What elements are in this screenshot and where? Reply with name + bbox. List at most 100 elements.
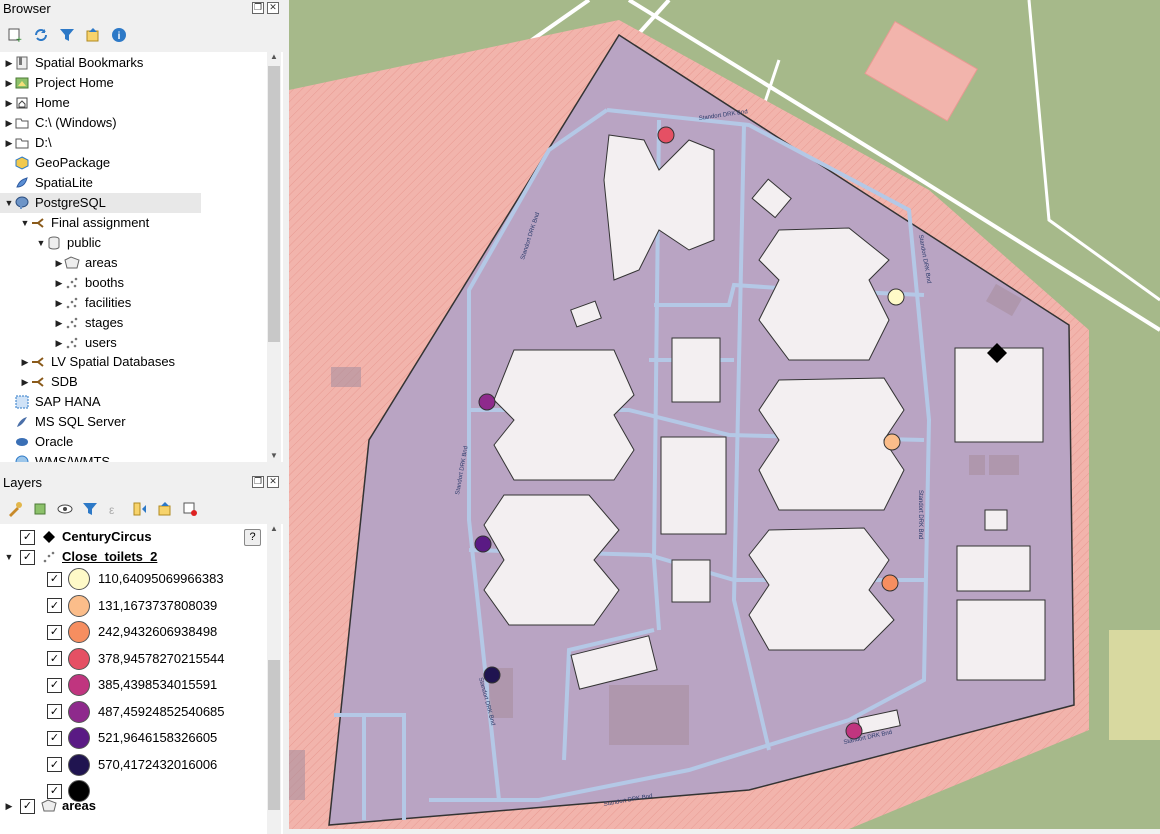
layer-name: areas <box>62 798 96 813</box>
close-panel-icon[interactable]: ✕ <box>267 2 279 14</box>
legend-item-checkbox[interactable]: ✓ <box>47 704 62 719</box>
manage-themes-eye-icon[interactable] <box>56 500 74 518</box>
browser-item-label: GeoPackage <box>35 155 111 170</box>
yellow-area <box>1109 630 1160 740</box>
browser-item-wms-wmts[interactable]: WMS/WMTS <box>4 452 110 462</box>
browser-item-d-drive[interactable]: ▶ D:\ <box>4 133 52 153</box>
legend-item-checkbox[interactable]: ✓ <box>47 651 62 666</box>
browser-item-c-drive[interactable]: ▶ C:\ (Windows) <box>4 113 117 133</box>
expand-all-icon[interactable] <box>131 500 149 518</box>
browser-item-lv-spatial-databases[interactable]: ▶ LV Spatial Databases <box>20 352 176 372</box>
legend-item[interactable]: ✓ 521,9646158326605 <box>47 726 217 750</box>
browser-item-label: MS SQL Server <box>35 414 126 429</box>
point-layer-icon <box>64 295 80 311</box>
legend-item-checkbox[interactable]: ✓ <box>47 730 62 746</box>
legend-item[interactable]: ✓ 385,4398534015591 <box>47 673 217 697</box>
layer-centurycircus[interactable]: ✓ CenturyCircus ? <box>10 527 261 547</box>
float-panel-icon[interactable]: ❐ <box>252 2 264 14</box>
legend-item[interactable]: ✓ 131,1673737808039 <box>47 594 217 618</box>
browser-item-public[interactable]: ▼ public <box>36 233 101 253</box>
filter-icon[interactable] <box>58 26 76 44</box>
browser-scrollbar[interactable]: ▲ ▼ <box>267 52 281 462</box>
add-selected-layers-icon[interactable]: + <box>6 26 24 44</box>
layers-scrollbar[interactable]: ▲ <box>267 524 281 834</box>
close-panel-icon[interactable]: ✕ <box>267 476 279 488</box>
layer-visibility-checkbox[interactable]: ✓ <box>20 549 35 565</box>
home-icon <box>14 95 30 111</box>
legend-item[interactable]: ✓ 242,9432606938498 <box>47 620 217 644</box>
legend-item-checkbox[interactable]: ✓ <box>47 571 62 587</box>
help-icon[interactable]: ? <box>244 529 261 546</box>
browser-panel-title: Browser ❐ ✕ <box>0 0 283 18</box>
browser-item-spatialite[interactable]: SpatiaLite <box>4 173 93 193</box>
add-group-icon[interactable] <box>31 500 49 518</box>
float-panel-icon[interactable]: ❐ <box>252 476 264 488</box>
browser-item-facilities[interactable]: ▶ facilities <box>54 293 132 313</box>
browser-item-label: facilities <box>85 295 132 310</box>
legend-item-label: 131,1673737808039 <box>98 597 218 613</box>
browser-item-final-assignment[interactable]: ▼ Final assignment <box>20 213 150 233</box>
browser-item-sap-hana[interactable]: SAP HANA <box>4 392 101 412</box>
browser-item-postgresql[interactable]: ▼ PostgreSQL <box>0 193 201 213</box>
browser-item-booths[interactable]: ▶ booths <box>54 273 125 293</box>
browser-item-project-home[interactable]: ▶ Project Home <box>4 73 114 93</box>
browser-item-users[interactable]: ▶ users <box>54 333 117 353</box>
refresh-icon[interactable] <box>32 26 50 44</box>
filter-expression-icon: ε <box>106 500 124 518</box>
spatialite-icon <box>14 175 30 191</box>
mssql-icon <box>14 414 30 430</box>
browser-item-label: Project Home <box>35 75 114 90</box>
legend-item-label: 570,4172432016006 <box>98 756 218 772</box>
browser-item-spatial-bookmarks[interactable]: ▶ Spatial Bookmarks <box>4 53 144 73</box>
layers-toolbar: ε <box>0 494 283 524</box>
browser-item-ms-sql-server[interactable]: MS SQL Server <box>4 412 126 432</box>
legend-item-checkbox[interactable]: ✓ <box>47 757 62 772</box>
browser-item-label: stages <box>85 315 124 330</box>
legend-item-checkbox[interactable]: ✓ <box>47 624 62 640</box>
browser-item-oracle[interactable]: Oracle <box>4 432 73 452</box>
layer-areas[interactable]: ▶ ✓ areas <box>0 796 96 816</box>
browser-item-label: LV Spatial Databases <box>51 354 176 369</box>
browser-item-geopackage[interactable]: GeoPackage <box>4 153 110 173</box>
collapse-all-icon[interactable] <box>84 26 102 44</box>
globe-icon <box>14 454 30 462</box>
database-schema-icon <box>46 235 62 251</box>
browser-title: Browser <box>3 1 51 16</box>
browser-toolbar: + i <box>0 18 283 52</box>
legend-item[interactable]: ✓ 110,64095069966383 <box>47 567 224 591</box>
layer-name: CenturyCircus <box>62 529 152 544</box>
legend-item-checkbox[interactable]: ✓ <box>47 598 62 613</box>
legend-item[interactable]: ✓ 570,4172432016006 <box>47 753 217 777</box>
legend-item-label: 242,9432606938498 <box>98 624 218 639</box>
postgresql-elephant-icon <box>14 195 30 211</box>
filter-legend-icon[interactable] <box>81 500 99 518</box>
browser-item-label: users <box>85 335 117 350</box>
legend-item-label: 521,9646158326605 <box>98 730 218 745</box>
remove-layer-icon[interactable] <box>181 500 199 518</box>
legend-symbol-circle <box>68 753 90 776</box>
browser-item-stages[interactable]: ▶ stages <box>54 313 124 333</box>
svg-text:ε: ε <box>109 503 115 517</box>
legend-item[interactable]: ✓ 378,94578270215544 <box>47 647 225 671</box>
legend-item[interactable]: ✓ 487,45924852540685 <box>47 700 225 724</box>
layers-panel-title: Layers ❐ ✕ <box>0 472 283 494</box>
browser-item-label: D:\ <box>35 135 52 150</box>
layer-visibility-checkbox[interactable]: ✓ <box>20 529 35 545</box>
info-icon[interactable]: i <box>110 26 128 44</box>
browser-item-label: SpatiaLite <box>35 175 93 190</box>
layer-visibility-checkbox[interactable]: ✓ <box>20 798 35 814</box>
project-home-icon <box>14 75 30 91</box>
map-canvas[interactable]: Standort DRK Bnd Standort DRK Bnd Stando… <box>289 0 1160 829</box>
collapse-all-icon[interactable] <box>156 500 174 518</box>
road-label: Standort DRK Bnd <box>917 490 923 539</box>
open-layer-styling-icon[interactable] <box>6 500 24 518</box>
browser-item-sdb[interactable]: ▶ SDB <box>20 372 78 392</box>
polygon-layer-icon <box>41 798 57 814</box>
browser-item-areas[interactable]: ▶ areas <box>54 253 118 273</box>
legend-item-checkbox[interactable]: ✓ <box>47 677 62 693</box>
browser-item-home[interactable]: ▶ Home <box>4 93 70 113</box>
folder-icon <box>14 115 30 131</box>
layer-close-toilets[interactable]: ▼ ✓ Close_toilets_2 <box>0 547 157 567</box>
browser-item-label: public <box>67 235 101 250</box>
point-layer-icon <box>41 549 57 565</box>
